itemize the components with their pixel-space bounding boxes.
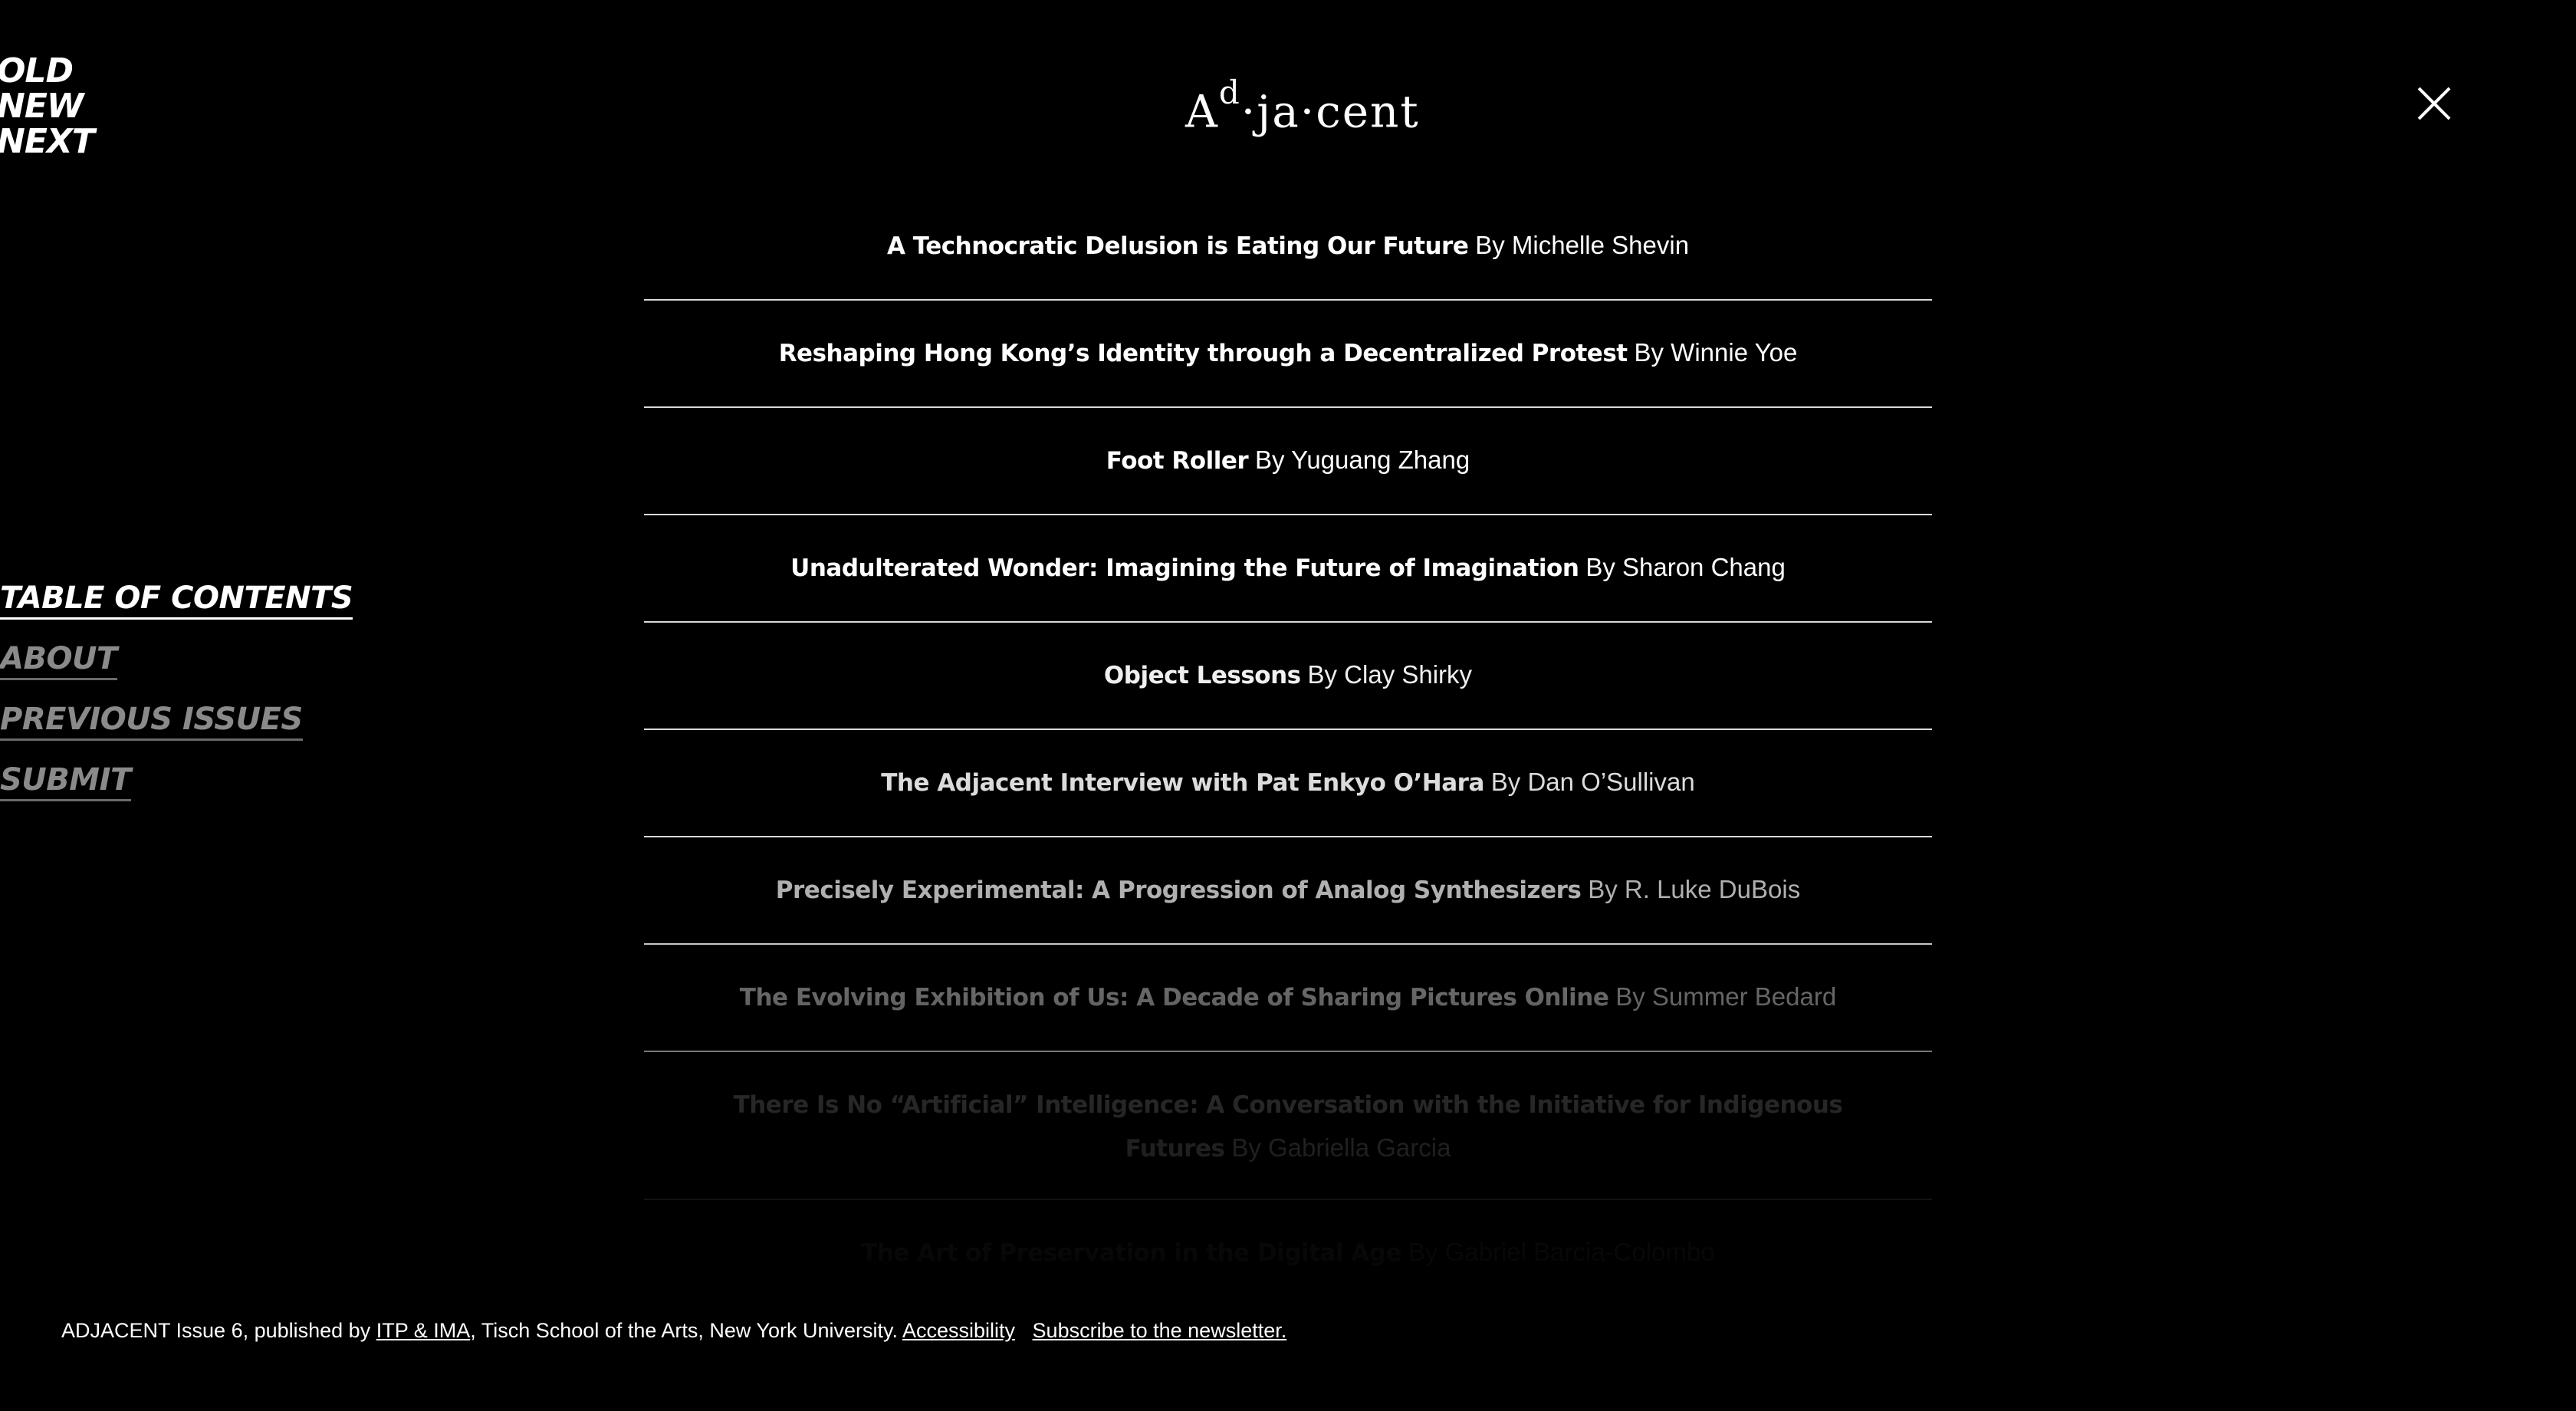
logo-line-new: NEW	[0, 87, 84, 126]
toc-item-author: By Dan O’Sullivan	[1490, 768, 1695, 796]
toc-item-title: Object Lessons	[1103, 662, 1301, 689]
wordmark-rest: ·ja·cent	[1240, 85, 1420, 138]
toc-item-author: By Gabriel Barcia-Colombo	[1408, 1238, 1715, 1266]
toc-item-title: Foot Roller	[1106, 447, 1249, 475]
site-logo[interactable]: OLD NEW NEXT	[0, 51, 95, 161]
toc-item-title: Unadulterated Wonder: Imagining the Futu…	[790, 554, 1579, 582]
toc-item-author: By Michelle Shevin	[1475, 231, 1690, 259]
logo-line-next: NEXT	[0, 122, 95, 161]
footer-itp-link[interactable]: ITP & IMA	[376, 1319, 471, 1342]
footer-text-prefix: ADJACENT Issue 6, published by	[61, 1319, 376, 1342]
toc-item[interactable]: Precisely Experimental: A Progression of…	[644, 837, 1932, 945]
toc-item-title: The Adjacent Interview with Pat Enkyo O’…	[881, 769, 1484, 797]
nav-previous-issues[interactable]: PREVIOUS ISSUES	[0, 700, 303, 741]
toc-item[interactable]: The Evolving Exhibition of Us: A Decade …	[644, 945, 1932, 1052]
table-of-contents-list: A Technocratic Delusion is Eating Our Fu…	[644, 193, 1932, 1307]
nav-about[interactable]: ABOUT	[0, 640, 117, 680]
toc-item-author: By Gabriella Garcia	[1231, 1133, 1451, 1162]
nav-table-of-contents[interactable]: TABLE OF CONTENTS	[0, 579, 353, 620]
toc-item[interactable]: The Adjacent Interview with Pat Enkyo O’…	[644, 730, 1932, 837]
toc-item[interactable]: Reshaping Hong Kong’s Identity through a…	[644, 301, 1932, 408]
adjacent-wordmark[interactable]: Ad·ja·cent	[1185, 74, 1418, 143]
toc-item[interactable]: A Technocratic Delusion is Eating Our Fu…	[644, 193, 1932, 301]
footer: ADJACENT Issue 6, published by ITP & IMA…	[61, 1315, 1286, 1346]
toc-item-title: The Art of Preservation in the Digital A…	[861, 1239, 1402, 1267]
footer-accessibility-link[interactable]: Accessibility	[902, 1319, 1015, 1342]
toc-item-title: Precisely Experimental: A Progression of…	[775, 877, 1582, 904]
logo-line-old: OLD	[0, 51, 74, 90]
toc-item-title: A Technocratic Delusion is Eating Our Fu…	[886, 232, 1469, 260]
toc-item[interactable]: Foot Roller By Yuguang Zhang	[644, 408, 1932, 515]
toc-item-title: Reshaping Hong Kong’s Identity through a…	[778, 340, 1628, 367]
toc-item-author: By Winnie Yoe	[1634, 338, 1798, 367]
toc-item-author: By Clay Shirky	[1307, 660, 1473, 689]
wordmark-sup: d	[1218, 74, 1241, 111]
toc-item-author: By R. Luke DuBois	[1588, 875, 1801, 903]
toc-item-title: The Evolving Exhibition of Us: A Decade …	[739, 984, 1609, 1011]
toc-item[interactable]: Unadulterated Wonder: Imagining the Futu…	[644, 515, 1932, 623]
footer-newsletter-link[interactable]: Subscribe to the newsletter.	[1033, 1319, 1287, 1342]
toc-item-author: By Yuguang Zhang	[1255, 446, 1470, 474]
wordmark-a: A	[1185, 85, 1219, 138]
close-icon[interactable]	[2417, 86, 2452, 121]
side-navigation: TABLE OF CONTENTS ABOUT PREVIOUS ISSUES …	[0, 579, 353, 821]
toc-item[interactable]: There Is No “Artificial” Intelligence: A…	[644, 1052, 1932, 1200]
toc-item-author: By Summer Bedard	[1615, 982, 1837, 1011]
footer-text-middle: , Tisch School of the Arts, New York Uni…	[470, 1319, 902, 1342]
toc-item[interactable]: The Art of Preservation in the Digital A…	[644, 1200, 1932, 1307]
nav-submit[interactable]: SUBMIT	[0, 761, 131, 801]
toc-item[interactable]: Object Lessons By Clay Shirky	[644, 623, 1932, 730]
toc-item-author: By Sharon Chang	[1585, 553, 1786, 581]
